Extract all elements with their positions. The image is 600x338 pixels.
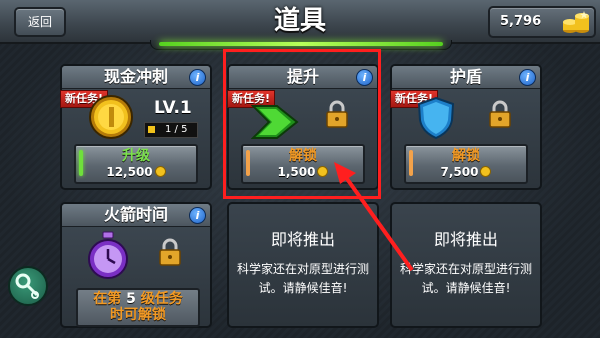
shield-icon bbox=[417, 96, 455, 140]
card-cash-rush: 现金冲刺 i 新任务! LV.1 1 / 5 升级 12,500 bbox=[60, 64, 212, 190]
coming-soon-title: 即将推出 bbox=[270, 230, 335, 249]
unlock-requirement: 在第 5 级任务 时可解锁 bbox=[76, 288, 200, 327]
info-icon[interactable]: i bbox=[189, 69, 206, 86]
stopwatch-icon bbox=[88, 231, 128, 279]
coming-soon-description: 科学家还在对原型进行测试。请静候佳音! bbox=[236, 262, 369, 295]
gold-coin-icon bbox=[89, 95, 133, 139]
key-icon bbox=[15, 273, 39, 299]
coin-balance[interactable]: 5,796 bbox=[488, 6, 596, 38]
card-shield: 护盾 i 新任务! 解锁 7,500 bbox=[390, 64, 542, 190]
card-title: 火箭时间 bbox=[62, 204, 210, 227]
card-rocket-time: 火箭时间 i 在第 5 级任务 时可解锁 bbox=[60, 202, 212, 328]
lock-icon bbox=[489, 100, 511, 128]
card-coming-soon: 即将推出 科学家还在对原型进行测试。请静候佳音! bbox=[227, 202, 379, 328]
unlock-button-label: 解锁 bbox=[452, 148, 480, 164]
upgrade-button[interactable]: 升级 12,500 bbox=[74, 144, 198, 184]
level-label: LV.1 bbox=[154, 98, 192, 118]
coin-icon bbox=[154, 166, 166, 177]
upgrade-price: 12,500 bbox=[76, 165, 196, 179]
coin-stack-icon bbox=[563, 11, 589, 33]
unlock-price: 7,500 bbox=[406, 165, 526, 179]
info-icon[interactable]: i bbox=[189, 207, 206, 224]
upgrade-button-label: 升级 bbox=[122, 148, 150, 164]
back-button[interactable]: 返回 bbox=[14, 7, 66, 37]
highlight-frame bbox=[223, 49, 381, 199]
card-coming-soon: 即将推出 科学家还在对原型进行测试。请静候佳音! bbox=[390, 202, 542, 328]
coin-icon bbox=[480, 166, 492, 177]
coming-soon-description: 科学家还在对原型进行测试。请静候佳音! bbox=[399, 262, 532, 295]
page-title: 道具 bbox=[273, 6, 326, 36]
level-progress: 1 / 5 bbox=[144, 122, 198, 138]
level-progress-text: 1 / 5 bbox=[165, 124, 188, 135]
info-icon[interactable]: i bbox=[519, 69, 536, 86]
card-title: 现金冲刺 bbox=[62, 66, 210, 89]
scientist-button[interactable] bbox=[8, 266, 48, 306]
coming-soon-title: 即将推出 bbox=[433, 230, 498, 249]
card-title: 护盾 bbox=[392, 66, 540, 89]
unlock-button[interactable]: 解锁 7,500 bbox=[404, 144, 528, 184]
lock-icon bbox=[159, 238, 181, 266]
coin-balance-value: 5,796 bbox=[500, 14, 542, 29]
